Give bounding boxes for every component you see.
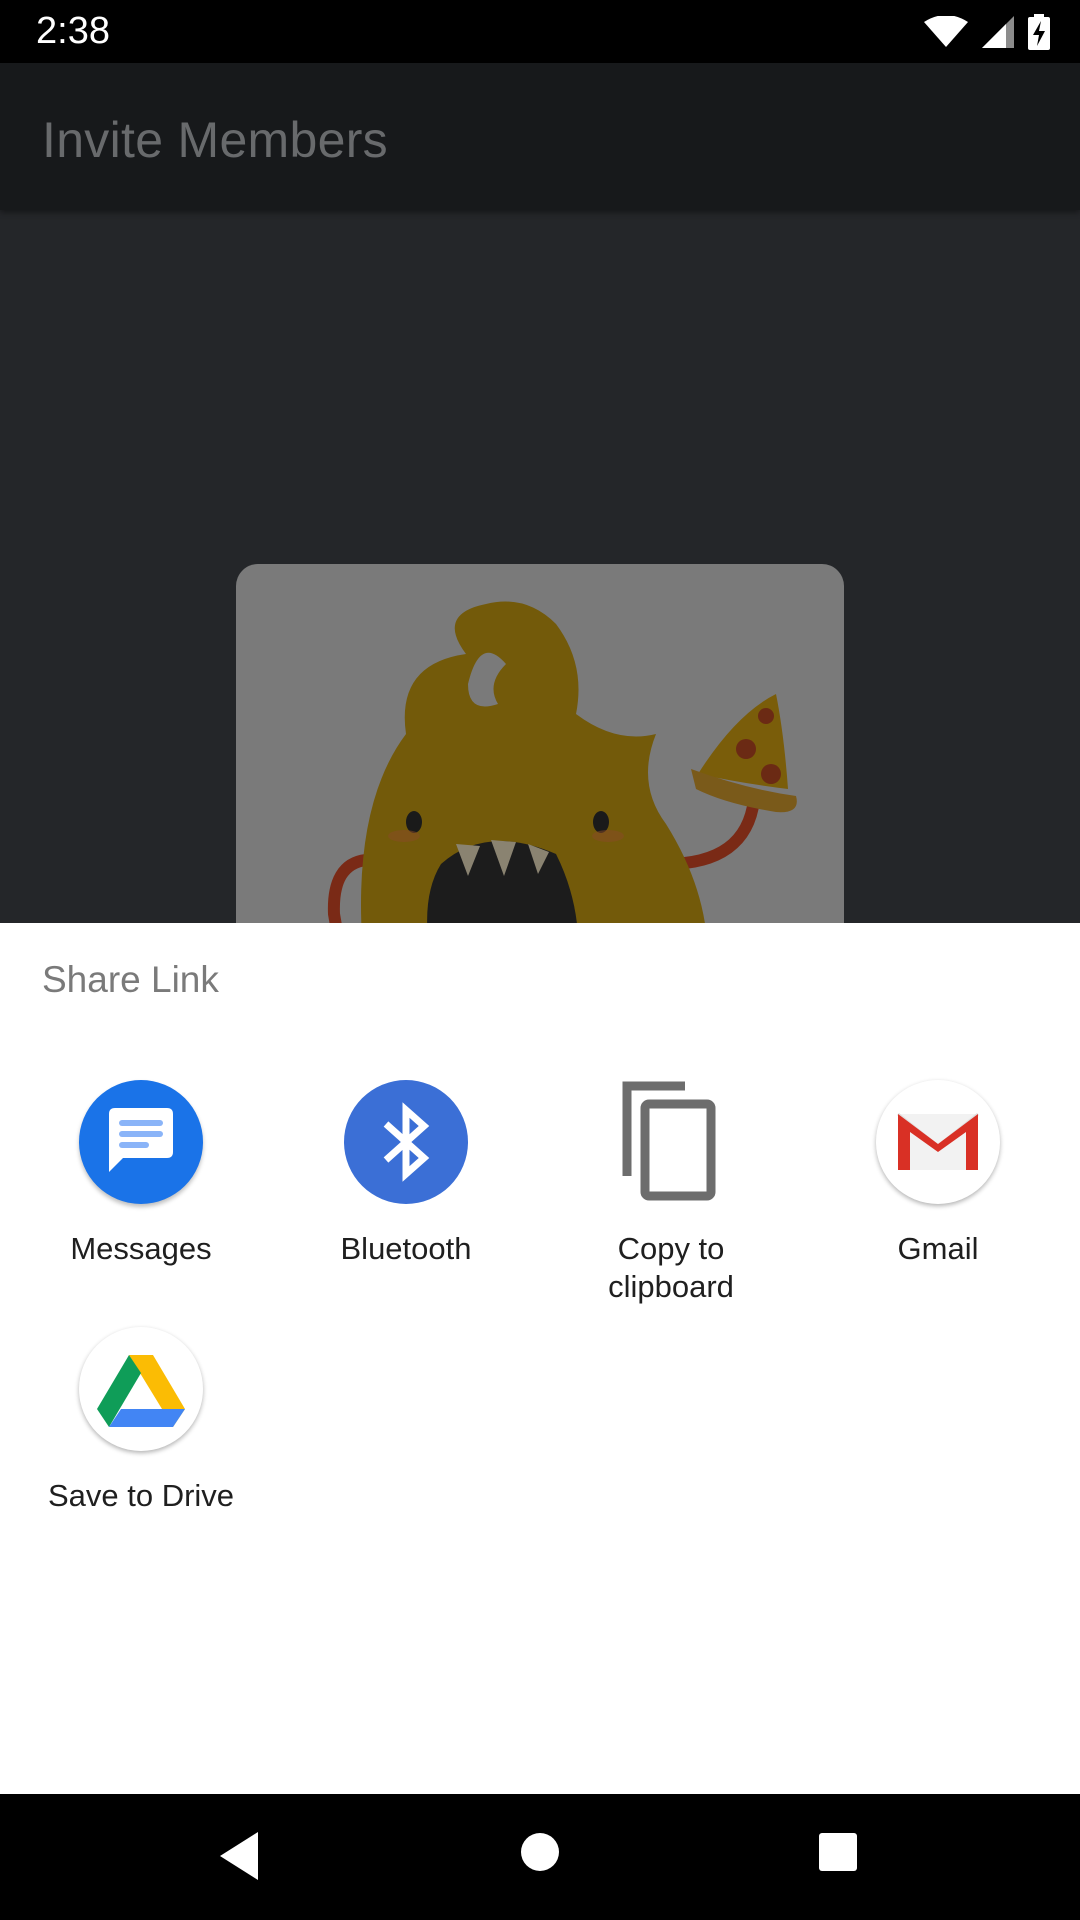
share-target-label: Gmail — [897, 1231, 979, 1266]
share-sheet: Share Link Messages Bluetooth Copy to cl… — [0, 923, 1080, 1794]
home-icon[interactable] — [520, 1832, 560, 1872]
status-icons — [924, 12, 1050, 52]
share-target-label: Save to Drive — [47, 1478, 235, 1513]
share-target-label: Copy to clipboard — [608, 1231, 734, 1304]
cell-signal-icon — [982, 16, 1014, 48]
messages-icon — [79, 1080, 203, 1204]
share-target-messages[interactable]: Messages — [9, 1080, 273, 1268]
page-title: Invite Members — [42, 112, 388, 168]
share-sheet-title: Share Link — [42, 959, 219, 1000]
status-time: 2:38 — [36, 10, 110, 52]
share-target-copy-to-clipboard[interactable]: Copy to clipboard — [539, 1080, 803, 1306]
bluetooth-icon — [344, 1080, 468, 1204]
share-target-label: Messages — [70, 1231, 212, 1266]
wifi-icon — [924, 16, 968, 47]
app-toolbar: Invite Members — [0, 63, 1080, 210]
back-icon[interactable] — [218, 1830, 262, 1882]
app-background: Invite Members — [0, 63, 1080, 923]
share-target-save-to-drive[interactable]: Save to Drive — [9, 1327, 273, 1515]
status-bar: 2:38 — [0, 0, 1080, 63]
google-drive-icon — [79, 1327, 203, 1451]
gmail-icon — [876, 1080, 1000, 1204]
share-target-gmail[interactable]: Gmail — [806, 1080, 1070, 1268]
share-target-label: Bluetooth — [340, 1231, 472, 1266]
copy-icon — [609, 1080, 733, 1204]
battery-charging-icon — [1028, 14, 1050, 50]
navigation-bar — [0, 1794, 1080, 1920]
share-target-bluetooth[interactable]: Bluetooth — [274, 1080, 538, 1268]
mascot-illustration — [327, 601, 797, 923]
recents-icon[interactable] — [818, 1832, 858, 1872]
invite-illustration-card — [236, 564, 844, 923]
